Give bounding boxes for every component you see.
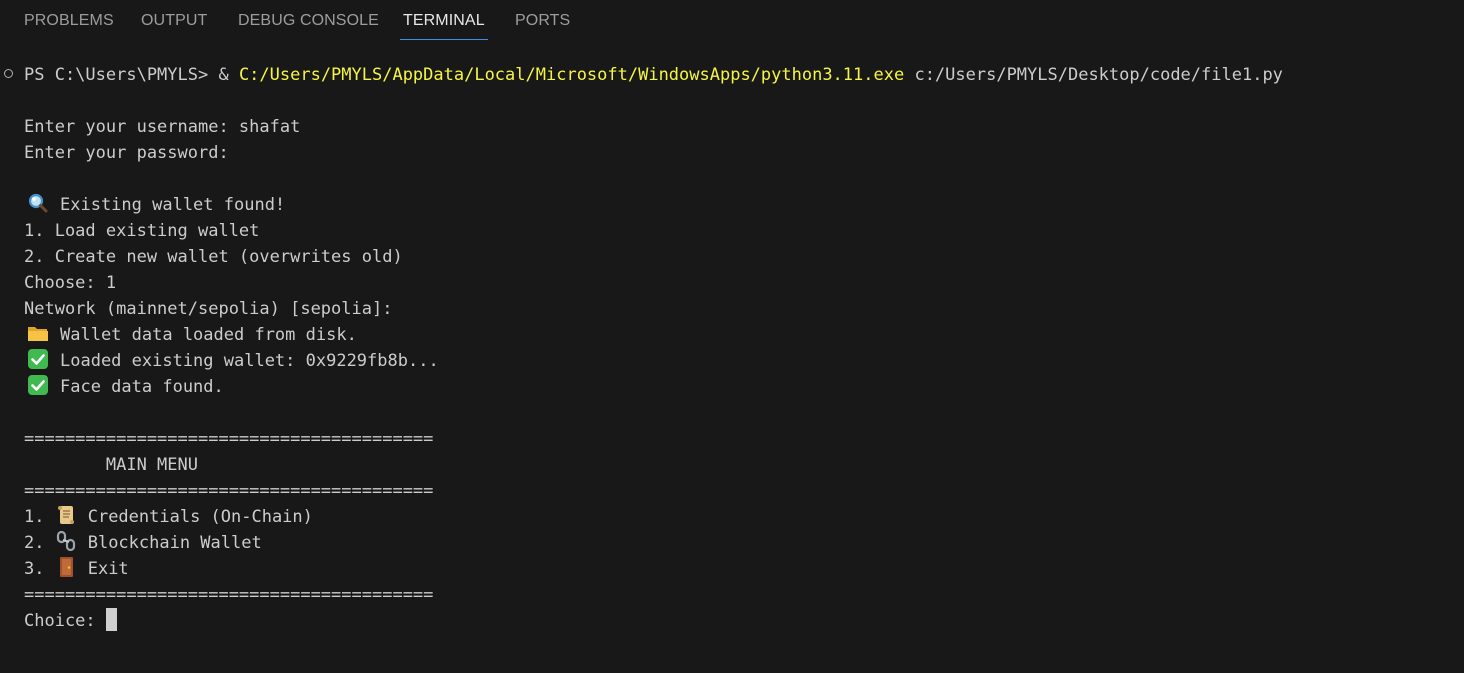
scroll-icon <box>55 505 77 525</box>
option-create-line: 2. Create new wallet (overwrites old) <box>24 247 403 267</box>
choice-prompt-line[interactable]: Choice: <box>24 608 117 634</box>
check-mark-icon <box>27 375 49 395</box>
choose-line: Choose: 1 <box>24 273 117 293</box>
tab-ports[interactable]: PORTS <box>515 12 570 30</box>
python-path: C:/Users/PMYLS/AppData/Local/Microsoft/W… <box>238 65 905 85</box>
command-line: PS C:\Users\PMYLS> & C:/Users/PMYLS/AppD… <box>24 62 1283 88</box>
loaded-wallet-text: Loaded existing wallet: 0x9229fb8b... <box>60 351 439 371</box>
panel-tab-bar: PROBLEMS OUTPUT DEBUG CONSOLE TERMINAL P… <box>0 0 1464 44</box>
main-menu-title: MAIN MENU <box>24 455 198 475</box>
choice-prompt: Choice: <box>24 611 106 631</box>
terminal-panel: PROBLEMS OUTPUT DEBUG CONSOLE TERMINAL P… <box>0 0 1464 673</box>
wallet-found-text: Existing wallet found! <box>60 195 286 215</box>
face-found-text: Face data found. <box>60 377 224 397</box>
terminal-output[interactable]: PS C:\Users\PMYLS> & C:/Users/PMYLS/AppD… <box>0 62 1464 662</box>
separator-top: ======================================== <box>24 429 434 449</box>
magnifying-glass-icon <box>27 193 49 213</box>
loaded-disk-text: Wallet data loaded from disk. <box>60 325 357 345</box>
password-line: Enter your password: <box>24 143 229 163</box>
option-load-line: 1. Load existing wallet <box>24 221 260 241</box>
menu-item-exit: 3. Exit <box>24 556 129 582</box>
tab-problems[interactable]: PROBLEMS <box>24 12 114 30</box>
separator-bottom: ======================================== <box>24 585 434 605</box>
wallet-found-line: Existing wallet found! <box>27 192 285 218</box>
face-found-line: Face data found. <box>27 374 224 400</box>
menu-item-label: Blockchain Wallet <box>87 533 262 553</box>
script-path: c:/Users/PMYLS/Desktop/code/file1.py <box>904 65 1283 85</box>
tab-debug-console[interactable]: DEBUG CONSOLE <box>238 12 379 30</box>
menu-item-label: Exit <box>87 559 129 579</box>
tab-terminal-label: TERMINAL <box>403 12 485 29</box>
door-icon <box>55 557 77 577</box>
tab-output[interactable]: OUTPUT <box>141 12 207 30</box>
loaded-disk-line: Wallet data loaded from disk. <box>27 322 357 348</box>
check-mark-icon <box>27 349 49 369</box>
folder-icon <box>27 323 49 343</box>
menu-item-credentials: 1. Credentials (On-Chain) <box>24 504 313 530</box>
menu-item-number: 3. <box>24 559 55 579</box>
chains-icon <box>55 531 77 551</box>
command-decoration-icon[interactable] <box>4 69 13 78</box>
username-line: Enter your username: shafat <box>24 117 301 137</box>
menu-item-number: 1. <box>24 507 55 527</box>
menu-item-number: 2. <box>24 533 55 553</box>
network-line: Network (mainnet/sepolia) [sepolia]: <box>24 299 393 319</box>
tab-terminal[interactable]: TERMINAL <box>400 12 488 40</box>
prompt-text: PS C:\Users\PMYLS> & <box>24 65 239 85</box>
separator-mid: ======================================== <box>24 481 434 501</box>
menu-item-blockchain-wallet: 2. Blockchain Wallet <box>24 530 262 556</box>
loaded-wallet-line: Loaded existing wallet: 0x9229fb8b... <box>27 348 439 374</box>
terminal-cursor[interactable] <box>105 608 117 631</box>
active-tab-indicator <box>400 39 488 40</box>
menu-item-label: Credentials (On-Chain) <box>87 507 313 527</box>
